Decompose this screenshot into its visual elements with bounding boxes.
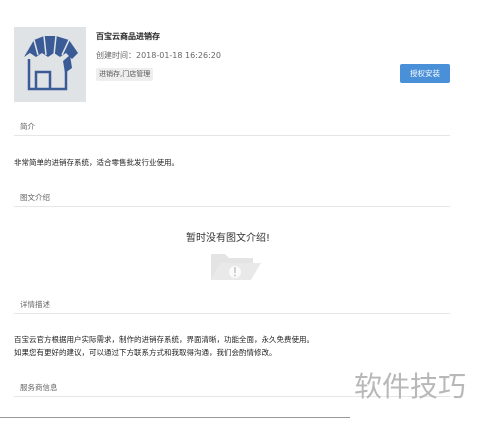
section-details-header: 详情描述: [14, 297, 450, 314]
app-title: 百宝云商品进销存: [96, 32, 160, 41]
created-time: 创建时间：2018-01-18 16:26:20: [96, 51, 221, 60]
bottom-divider: [0, 417, 350, 418]
app-icon: [14, 27, 86, 102]
store-icon: [14, 27, 86, 102]
watermark: 软件技巧: [354, 370, 467, 403]
section-provider-label: 服务商信息: [20, 383, 58, 392]
empty-folder-icon: [207, 246, 263, 282]
details-line-1: 百宝云官方根据用户实际需求，制作的进销存系统，界面清晰，功能全面，永久免费使用。: [14, 335, 314, 344]
install-button[interactable]: 授权安装: [400, 64, 450, 83]
details-line-2: 如果您有更好的建议，可以通过下方联系方式和我取得沟通，我们会酌情修改。: [14, 348, 277, 357]
empty-media-message: 暂时没有图文介绍!: [186, 233, 271, 244]
category-tag[interactable]: 进销存,门店管理: [96, 68, 154, 81]
section-media-header: 图文介绍: [14, 190, 450, 207]
section-media-label: 图文介绍: [20, 193, 50, 202]
intro-text: 非常简单的进销存系统，适合零售批发行业使用。: [14, 158, 179, 167]
section-details-label: 详情描述: [20, 300, 50, 309]
section-intro-header: 简介: [14, 119, 450, 136]
section-intro-label: 简介: [20, 122, 35, 131]
